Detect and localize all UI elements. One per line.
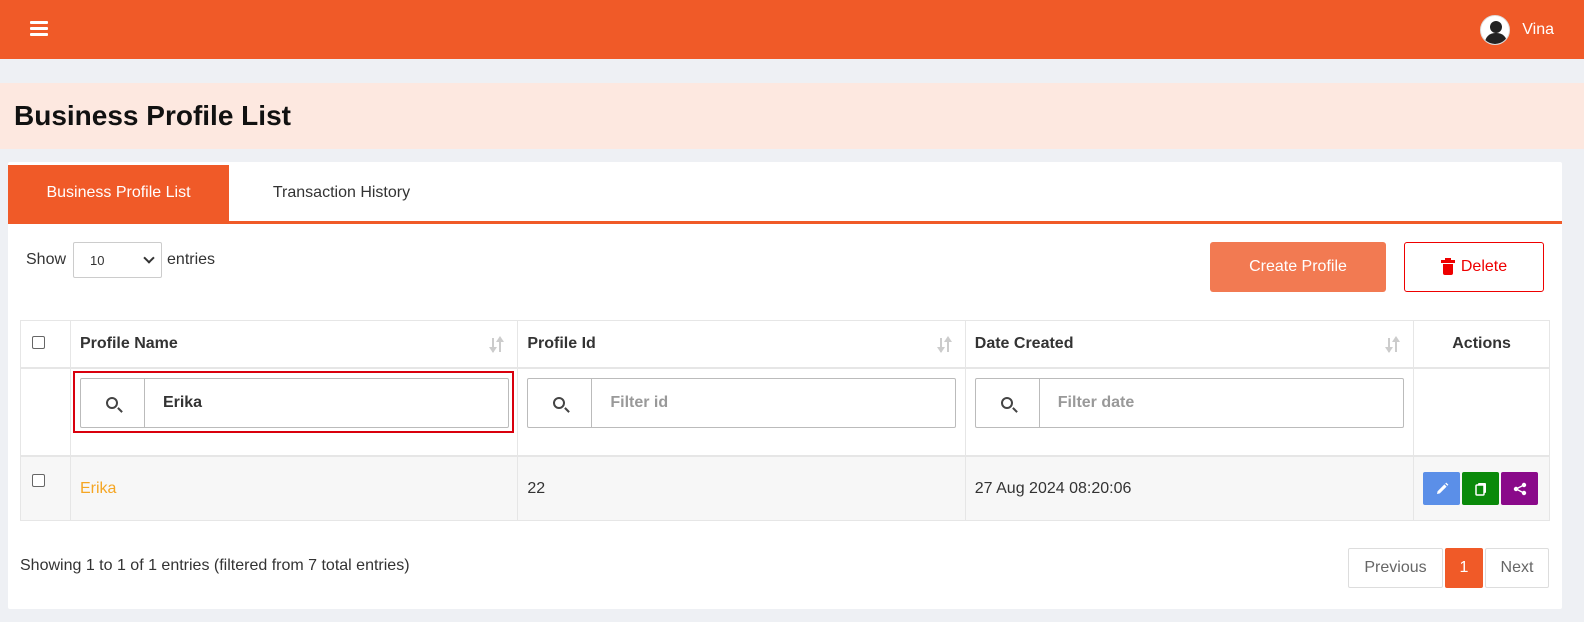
select-all-checkbox[interactable] <box>32 336 45 349</box>
filter-empty-cell <box>1414 369 1549 455</box>
copy-button[interactable] <box>1462 472 1500 505</box>
sort-icon[interactable] <box>936 336 953 354</box>
row-checkbox[interactable] <box>32 474 45 487</box>
profile-name-cell: Erika <box>71 457 519 520</box>
delete-label: Delete <box>1460 258 1508 275</box>
hamburger-icon[interactable] <box>30 21 48 37</box>
search-button[interactable] <box>81 379 145 427</box>
select-all-cell <box>21 321 71 367</box>
table-info: Showing 1 to 1 of 1 entries (filtered fr… <box>20 557 410 574</box>
date-filter-placeholder[interactable]: Filter date <box>1040 379 1403 427</box>
id-filter-placeholder[interactable]: Filter id <box>592 379 955 427</box>
profile-name-link[interactable]: Erika <box>80 480 116 498</box>
column-label: Actions <box>1452 335 1511 352</box>
name-filter-cell: Erika <box>71 369 519 455</box>
pagination: Previous 1 Next <box>1348 548 1549 588</box>
column-label: Date Created <box>974 335 1074 352</box>
entries-label: entries <box>167 251 216 268</box>
entries-select[interactable]: 10 <box>73 242 163 278</box>
delete-button[interactable]: Delete <box>1404 242 1544 292</box>
profile-id-cell: 22 <box>518 457 966 520</box>
id-filter-cell: Filter id <box>518 369 966 455</box>
filter-empty-cell <box>21 369 71 455</box>
column-header-date-created[interactable]: Date Created <box>966 321 1415 367</box>
filter-row: Erika Filter id Filter date <box>21 369 1549 457</box>
row-actions <box>1423 472 1540 505</box>
trash-icon <box>1440 258 1455 275</box>
edit-button[interactable] <box>1423 472 1461 505</box>
table-header-row: Profile Name Profile Id Date Created Act… <box>21 321 1549 369</box>
search-icon <box>105 397 118 409</box>
show-label: Show <box>26 251 67 268</box>
chevron-down-icon <box>143 252 155 264</box>
next-button[interactable]: Next <box>1485 548 1549 588</box>
sort-icon[interactable] <box>1385 336 1401 354</box>
tab-bar: Business Profile List Transaction Histor… <box>8 165 1562 224</box>
entries-value: 10 <box>90 252 105 268</box>
page-1-button[interactable]: 1 <box>1445 548 1483 588</box>
sort-icon[interactable] <box>489 336 505 354</box>
search-icon <box>553 397 566 409</box>
page-header: Business Profile List <box>0 83 1584 149</box>
table-row: Erika 22 27 Aug 2024 08:20:06 <box>21 457 1549 520</box>
page-title: Business Profile List <box>14 100 291 131</box>
main-card: Business Profile List Transaction Histor… <box>8 162 1562 609</box>
share-icon <box>1513 482 1526 495</box>
edit-icon <box>1436 482 1449 494</box>
search-button[interactable] <box>528 379 593 427</box>
user-name: Vina <box>1522 21 1554 38</box>
column-label: Profile Name <box>79 335 178 352</box>
column-label: Profile Id <box>527 335 596 352</box>
top-navbar: Vina <box>0 0 1584 59</box>
user-avatar-icon <box>1480 15 1511 45</box>
share-button[interactable] <box>1501 472 1539 505</box>
search-button[interactable] <box>976 379 1040 427</box>
date-created-cell: 27 Aug 2024 08:20:06 <box>966 457 1415 520</box>
column-header-profile-id[interactable]: Profile Id <box>518 321 966 367</box>
create-profile-button[interactable]: Create Profile <box>1210 242 1386 292</box>
name-filter-value[interactable]: Erika <box>145 379 508 427</box>
name-filter-input[interactable]: Erika <box>79 378 509 428</box>
column-header-actions: Actions <box>1414 321 1549 367</box>
previous-button[interactable]: Previous <box>1348 548 1443 588</box>
profiles-table: Profile Name Profile Id Date Created Act… <box>20 320 1550 521</box>
actions-cell <box>1414 457 1549 520</box>
column-header-profile-name[interactable]: Profile Name <box>71 321 519 367</box>
search-icon <box>1000 397 1013 409</box>
id-filter-input[interactable]: Filter id <box>527 378 957 428</box>
date-filter-input[interactable]: Filter date <box>974 378 1404 428</box>
show-entries: Show 10 entries <box>26 242 215 278</box>
tab-transaction-history[interactable]: Transaction History <box>229 165 454 221</box>
user-menu[interactable]: Vina <box>1480 14 1554 46</box>
row-select-cell <box>21 457 71 520</box>
tab-business-profile-list[interactable]: Business Profile List <box>8 165 229 221</box>
copy-icon <box>1474 482 1486 496</box>
date-filter-cell: Filter date <box>966 369 1415 455</box>
